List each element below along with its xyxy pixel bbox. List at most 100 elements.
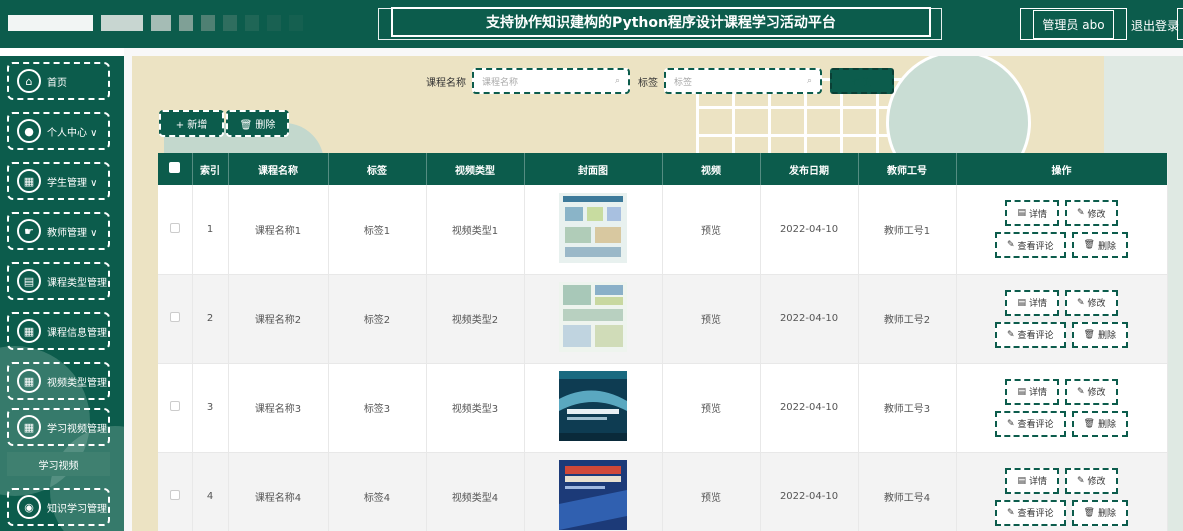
edit-button[interactable]: ✎ 修改	[1064, 289, 1118, 316]
detail-button[interactable]: ▤ 详情	[1005, 378, 1059, 405]
thumb-icon: ☛	[17, 219, 41, 243]
tag-input[interactable]: 标签 ⌕	[664, 68, 822, 94]
trash-icon: 🗑	[1083, 418, 1095, 429]
sidebar-item-knowledge[interactable]: ◉ 知识学习管理	[7, 488, 110, 526]
sidebar-item-personal[interactable]: ● 个人中心 ∨	[7, 112, 110, 150]
sidebar-item-teachers[interactable]: ☛ 教师管理 ∨	[7, 212, 110, 250]
sidebar-item-home[interactable]: ⌂ 首页	[7, 62, 110, 100]
tag-label: 标签	[638, 77, 658, 89]
pencil-icon: ✎	[1006, 240, 1015, 251]
review-button[interactable]: ✎ 查看评论	[994, 321, 1066, 348]
user-box[interactable]: 管理员 abo	[1020, 8, 1127, 40]
course-name-input[interactable]: 课程名称 ⌕	[472, 68, 630, 94]
grid-icon: ▦	[17, 169, 41, 193]
row-checkbox[interactable]	[169, 222, 180, 233]
edit-button[interactable]: ✎ 修改	[1064, 200, 1118, 227]
detail-icon: ▤	[1017, 386, 1026, 397]
col-header: 教师工号	[858, 153, 957, 185]
pencil-icon: ✎	[1006, 507, 1015, 518]
sidebar-item-label: 知识学习管理	[47, 503, 107, 515]
col-header: 操作	[956, 153, 1168, 185]
add-button[interactable]: + 新增	[159, 110, 224, 137]
col-header: 课程名称	[228, 153, 329, 185]
cover-image	[559, 460, 627, 530]
cell-date: 2022-04-10	[760, 274, 859, 364]
cell-date: 2022-04-10	[760, 363, 859, 453]
sidebar-item-course-types[interactable]: ▤ 课程类型管理	[7, 262, 110, 300]
cell-date: 2022-04-10	[760, 452, 859, 531]
row-delete-button[interactable]: 🗑 删除	[1071, 232, 1128, 259]
logout-link[interactable]: 退出登录	[1131, 17, 1179, 34]
sidebar-item-students[interactable]: ▦ 学生管理 ∨	[7, 162, 110, 200]
cell-index: 1	[192, 185, 229, 275]
cell-vtype: 视频类型4	[426, 452, 525, 531]
cell-vtype: 视频类型3	[426, 363, 525, 453]
search-button[interactable]: 查询	[830, 68, 894, 94]
sidebar-subitem-study-video[interactable]: 学习视频	[7, 452, 110, 476]
tag-search: 标签 标签 ⌕	[638, 68, 822, 94]
row-checkbox[interactable]	[169, 312, 180, 322]
table-header-row: 索引 课程名称 标签 视频类型 封面图 视频 发布日期 教师工号 操作	[158, 153, 1168, 185]
detail-icon: ▤	[1017, 475, 1026, 486]
cell-name: 课程名称4	[228, 452, 329, 531]
sidebar-item-label: 课程类型管理	[47, 277, 107, 289]
cell-tag: 标签2	[328, 274, 427, 364]
review-button[interactable]: ✎ 查看评论	[994, 499, 1066, 526]
edit-button[interactable]: ✎ 修改	[1064, 378, 1118, 405]
col-header: 封面图	[524, 153, 663, 185]
data-table: 索引 课程名称 标签 视频类型 封面图 视频 发布日期 教师工号 操作 1 课程…	[158, 153, 1168, 531]
app-title: 支持协作知识建构的Python程序设计课程学习活动平台	[486, 15, 836, 31]
detail-button[interactable]: ▤ 详情	[1005, 467, 1059, 494]
detail-button[interactable]: ▤ 详情	[1005, 200, 1059, 227]
home-icon: ⌂	[17, 69, 41, 93]
row-delete-button[interactable]: 🗑 删除	[1071, 410, 1128, 437]
sidebar-item-label: 视频类型管理	[47, 377, 107, 389]
detail-icon: ▤	[1017, 297, 1026, 308]
search-icon: ⌕	[614, 76, 620, 86]
cell-name: 课程名称1	[228, 185, 329, 275]
cell-index: 2	[192, 274, 229, 364]
col-header: 发布日期	[760, 153, 859, 185]
sidebar-item-label: 教师管理 ∨	[47, 227, 98, 239]
cell-vtype: 视频类型1	[426, 185, 525, 275]
course-name-label: 课程名称	[426, 77, 466, 89]
table-row: 3 课程名称3 标签3 视频类型3 预览 2022-04-10 教师工号3 ▤ 详…	[158, 363, 1168, 453]
detail-button[interactable]: ▤ 详情	[1005, 289, 1059, 316]
cell-tag: 标签1	[328, 185, 427, 275]
trash-icon: 🗑	[1083, 507, 1095, 518]
video-preview-link[interactable]: 预览	[662, 185, 761, 275]
table-row: 4 课程名称4 标签4 视频类型4 预览 2022-04-10 教师工号4 ▤ 详…	[158, 452, 1168, 531]
col-header: 索引	[192, 153, 229, 185]
row-checkbox[interactable]	[169, 401, 180, 411]
edit-button[interactable]: ✎ 修改	[1064, 467, 1118, 494]
cell-name: 课程名称3	[228, 363, 329, 453]
course-search: 课程名称 课程名称 ⌕	[426, 68, 630, 94]
cover-image	[559, 192, 627, 263]
sidebar-item-course-info[interactable]: ▦ 课程信息管理	[7, 312, 110, 350]
doc-icon: ▤	[17, 269, 41, 293]
compass-icon: ◉	[17, 495, 41, 519]
sidebar-item-study-videos[interactable]: ▦ 学习视频管理	[7, 408, 110, 446]
review-button[interactable]: ✎ 查看评论	[994, 410, 1066, 437]
trash-icon: 🗑	[1083, 240, 1095, 251]
video-preview-link[interactable]: 预览	[662, 274, 761, 364]
row-delete-button[interactable]: 🗑 删除	[1071, 499, 1128, 526]
sidebar-item-video-types[interactable]: ▦ 视频类型管理	[7, 362, 110, 400]
cell-teacher: 教师工号1	[858, 185, 957, 275]
sidebar-item-label: 首页	[47, 77, 67, 89]
delete-button[interactable]: 🗑 删除	[226, 110, 289, 137]
col-header: 视频类型	[426, 153, 525, 185]
video-preview-link[interactable]: 预览	[662, 452, 761, 531]
cell-teacher: 教师工号3	[858, 363, 957, 453]
cover-image	[559, 371, 627, 441]
review-button[interactable]: ✎ 查看评论	[994, 232, 1066, 259]
cell-teacher: 教师工号2	[858, 274, 957, 364]
row-delete-button[interactable]: 🗑 删除	[1071, 321, 1128, 348]
user-icon: ●	[17, 119, 41, 143]
select-all-checkbox[interactable]	[169, 162, 181, 173]
col-header: 视频	[662, 153, 761, 185]
user-name: 管理员 abo	[1033, 9, 1114, 39]
row-checkbox[interactable]	[169, 490, 180, 500]
video-preview-link[interactable]: 预览	[662, 363, 761, 453]
cell-date: 2022-04-10	[760, 185, 859, 275]
